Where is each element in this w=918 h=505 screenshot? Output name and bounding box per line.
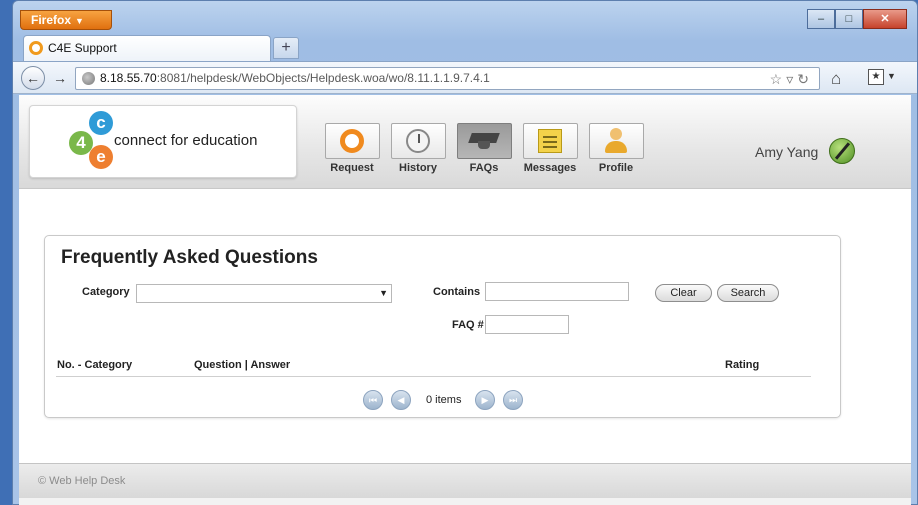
home-icon[interactable]: ⌂ <box>831 69 841 89</box>
nav-label: Profile <box>598 162 634 174</box>
logo-letter-e: e <box>89 145 113 169</box>
logout-icon[interactable] <box>829 138 855 164</box>
browser-window: Firefox ▼ – □ ✕ C4E Support + ← → 8.18.55… <box>12 0 918 505</box>
main-nav: Request History FAQs Messages Profile <box>319 123 649 174</box>
person-icon <box>604 128 628 154</box>
favicon-icon <box>29 41 43 55</box>
dropdown-icon[interactable]: ▿ <box>786 71 797 87</box>
next-page-icon[interactable]: ▶ <box>475 390 495 410</box>
column-header-category[interactable]: No. - Category <box>57 359 132 371</box>
graduation-cap-icon <box>470 131 498 151</box>
firefox-menu-button[interactable]: Firefox ▼ <box>20 10 112 30</box>
page-title: Frequently Asked Questions <box>61 247 318 268</box>
address-bar[interactable]: 8.18.55.70:8081/helpdesk/WebObjects/Help… <box>75 67 820 90</box>
bookmark-icon[interactable]: ★ <box>868 69 884 85</box>
faq-number-label: FAQ # <box>452 319 484 331</box>
chevron-down-icon: ▼ <box>75 16 84 26</box>
nav-tile <box>390 123 446 159</box>
chevron-down-icon: ▼ <box>379 288 388 298</box>
pager-item-count: 0 items <box>426 394 462 406</box>
site-header: c 4 e connect for education Request Hist… <box>19 95 911 189</box>
nav-tile <box>456 123 512 159</box>
nav-faqs[interactable]: FAQs <box>451 123 517 174</box>
logo-letter-c: c <box>89 111 113 135</box>
maximize-icon[interactable]: □ <box>835 9 863 29</box>
site-logo[interactable]: c 4 e connect for education <box>29 105 297 178</box>
table-divider <box>56 376 811 377</box>
clear-button[interactable]: Clear <box>655 284 712 302</box>
plus-icon: + <box>281 39 291 56</box>
browser-tab[interactable]: C4E Support <box>23 35 271 61</box>
nav-tile <box>324 123 380 159</box>
notepad-icon <box>538 129 562 153</box>
category-label: Category <box>82 286 130 298</box>
star-icon[interactable]: ☆ <box>770 71 787 87</box>
first-page-icon[interactable]: ⏮ <box>363 390 383 410</box>
column-header-rating[interactable]: Rating <box>725 359 759 371</box>
globe-icon <box>82 72 95 85</box>
back-arrow-icon[interactable]: ← <box>21 66 45 90</box>
last-page-icon[interactable]: ⏭ <box>503 390 523 410</box>
reload-icon[interactable]: ↻ <box>797 71 813 87</box>
nav-profile[interactable]: Profile <box>583 123 649 174</box>
firefox-menu-label: Firefox <box>31 13 72 27</box>
footer-strip <box>19 498 911 505</box>
faq-panel: Frequently Asked Questions Category ▼ Co… <box>44 235 841 418</box>
url-host: 8.18.55.70 <box>100 71 157 85</box>
search-button[interactable]: Search <box>717 284 779 302</box>
nav-label: History <box>399 162 437 174</box>
new-tab-button[interactable]: + <box>273 37 299 59</box>
lifebuoy-icon <box>340 129 364 153</box>
nav-request[interactable]: Request <box>319 123 385 174</box>
footer-copyright[interactable]: © Web Help Desk <box>38 475 125 487</box>
category-select[interactable]: ▼ <box>136 284 392 303</box>
navigation-toolbar: ← → 8.18.55.70:8081/helpdesk/WebObjects/… <box>13 61 917 94</box>
column-header-question[interactable]: Question | Answer <box>194 359 290 371</box>
user-name: Amy Yang <box>755 144 819 160</box>
minimize-icon[interactable]: – <box>807 9 835 29</box>
window-controls: – □ ✕ <box>807 9 907 29</box>
nav-tile <box>588 123 644 159</box>
tab-title: C4E Support <box>48 41 117 55</box>
stopwatch-icon <box>406 129 430 153</box>
nav-label: Request <box>330 162 374 174</box>
nav-label: FAQs <box>469 162 499 174</box>
nav-history[interactable]: History <box>385 123 451 174</box>
url-path: :8081/helpdesk/WebObjects/Helpdesk.woa/w… <box>156 71 490 85</box>
url-tools: ☆▿↻ <box>770 69 813 90</box>
nav-tile <box>522 123 578 159</box>
nav-messages[interactable]: Messages <box>517 123 583 174</box>
chevron-down-icon[interactable]: ▼ <box>887 71 896 81</box>
logo-text: connect for education <box>114 132 258 149</box>
previous-page-icon[interactable]: ◀ <box>391 390 411 410</box>
faq-number-input[interactable] <box>485 315 569 334</box>
forward-arrow-icon[interactable]: → <box>49 68 71 88</box>
nav-label: Messages <box>523 162 577 174</box>
site-footer: © Web Help Desk <box>19 463 911 498</box>
web-page: c 4 e connect for education Request Hist… <box>19 95 911 505</box>
contains-label: Contains <box>433 286 481 298</box>
close-icon[interactable]: ✕ <box>863 9 907 29</box>
contains-input[interactable] <box>485 282 629 301</box>
